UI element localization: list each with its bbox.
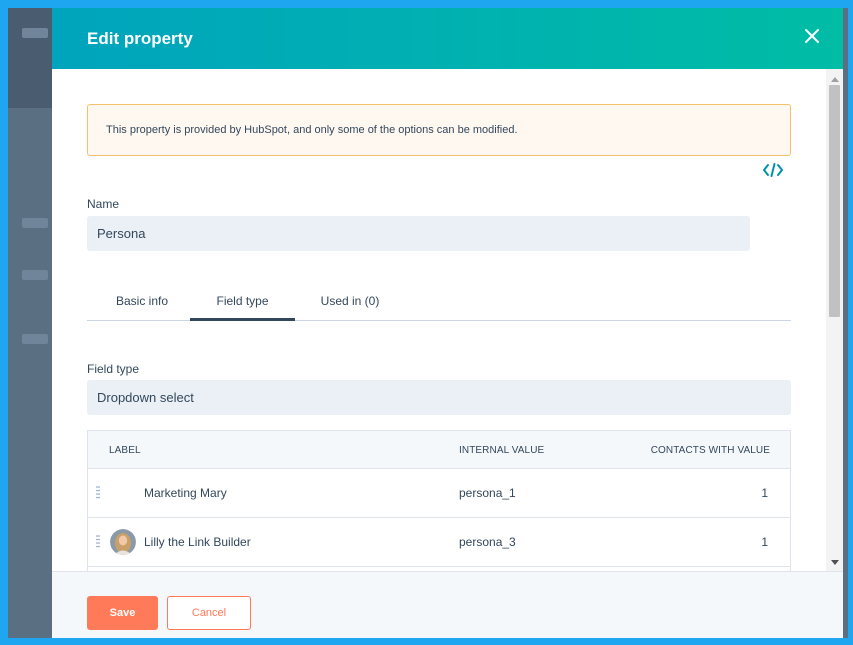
tab-basic-info[interactable]: Basic info — [98, 294, 186, 321]
embed-code-button[interactable] — [762, 161, 784, 179]
backdrop-sidebar — [8, 8, 52, 108]
info-alert: This property is provided by HubSpot, an… — [87, 104, 791, 156]
field-type-label: Field type — [87, 362, 140, 376]
cancel-button[interactable]: Cancel — [167, 596, 251, 630]
modal-header: Edit property — [52, 8, 843, 69]
header-contacts-with-value: CONTACTS WITH VALUE — [650, 445, 770, 456]
drag-handle-icon[interactable] — [96, 486, 100, 499]
backdrop-block — [22, 28, 48, 38]
backdrop-block — [22, 218, 48, 228]
backdrop-block — [22, 334, 48, 344]
scroll-up-arrow-icon[interactable] — [831, 77, 839, 82]
name-label: Name — [87, 197, 120, 211]
modal-scrollbar[interactable] — [826, 69, 843, 571]
property-tabs: Basic info Field type Used in (0) — [87, 287, 791, 321]
scroll-down-arrow-icon[interactable] — [831, 560, 839, 565]
close-button[interactable] — [799, 23, 825, 49]
options-table: LABEL INTERNAL VALUE CONTACTS WITH VALUE… — [87, 430, 791, 571]
alert-text: This property is provided by HubSpot, an… — [106, 124, 518, 136]
header-internal-value: INTERNAL VALUE — [459, 445, 545, 456]
header-label: LABEL — [109, 445, 141, 456]
table-row: Lilly the Link Builder persona_3 1 — [88, 518, 790, 567]
edit-property-modal: Edit property This property is provided … — [52, 8, 843, 638]
row-label: Marketing Mary — [144, 486, 227, 500]
code-icon — [763, 163, 783, 177]
scroll-thumb[interactable] — [829, 85, 840, 317]
save-button[interactable]: Save — [87, 596, 158, 630]
backdrop-block — [22, 270, 48, 280]
row-internal-value: persona_1 — [459, 486, 516, 500]
table-header: LABEL INTERNAL VALUE CONTACTS WITH VALUE — [88, 431, 790, 469]
row-label: Lilly the Link Builder — [144, 535, 251, 549]
tab-field-type[interactable]: Field type — [190, 294, 295, 321]
tab-used-in[interactable]: Used in (0) — [309, 294, 391, 321]
drag-handle-icon[interactable] — [96, 535, 100, 548]
row-contacts: 1 — [761, 535, 768, 549]
row-contacts: 1 — [761, 486, 768, 500]
field-type-select[interactable]: Dropdown select — [87, 380, 791, 415]
persona-avatar — [110, 529, 136, 555]
modal-footer: Save Cancel — [52, 571, 843, 638]
row-internal-value: persona_3 — [459, 535, 516, 549]
name-input[interactable]: Persona — [87, 216, 750, 251]
modal-title: Edit property — [87, 29, 193, 48]
close-icon — [805, 29, 819, 43]
modal-body: This property is provided by HubSpot, an… — [52, 69, 843, 571]
table-row: Marketing Mary persona_1 1 — [88, 469, 790, 518]
